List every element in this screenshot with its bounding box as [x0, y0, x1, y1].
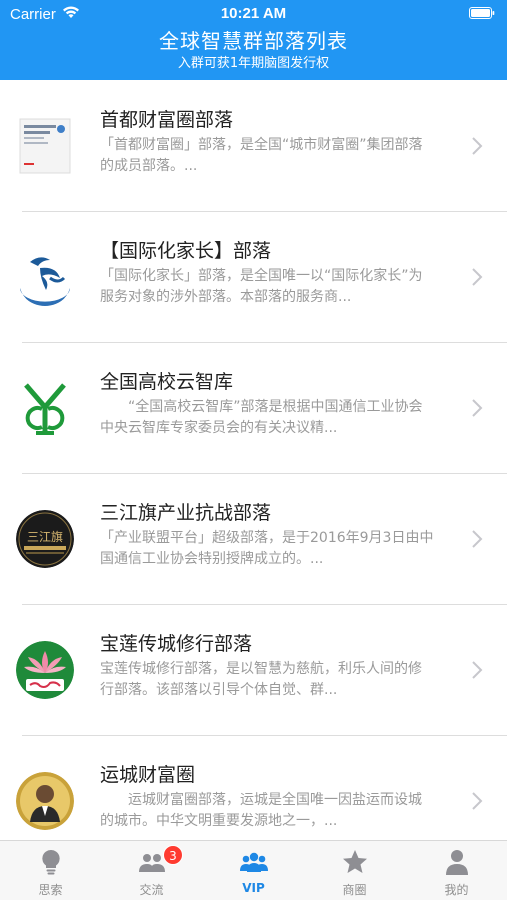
tab-label: 商圈	[342, 883, 367, 897]
item-description: 运城财富圈部落，运城是全国唯一因盐运而设城的城市。中华文明重要发源地之一，...	[100, 792, 422, 829]
group-icon	[240, 852, 268, 872]
list-item[interactable]: 三江旗 三江旗产业抗战部落 「产业联盟平台」超级部落，是于2016年9月3日由中…	[0, 473, 507, 604]
item-description: 「产业联盟平台」超级部落，是于2016年9月3日由中国通信工业协会特别授牌成立的…	[100, 530, 434, 567]
item-description: 宝莲传城修行部落，是以智慧为慈航，利乐人间的修行部落。该部落以引导个体自觉、群.…	[100, 661, 422, 698]
list-item[interactable]: 【国际化家长】部落 「国际化家长」部落，是全国唯一以“国际化家长”为服务对象的涉…	[0, 211, 507, 342]
header-bar: Carrier 10:21 AM 全球智慧群部落列表 入群可获1年期脑图发行权	[0, 0, 507, 80]
unread-badge: 3	[163, 845, 183, 865]
item-title: 【国际化家长】部落	[100, 240, 272, 262]
status-time: 10:21 AM	[220, 5, 287, 22]
tribe-logo-book	[16, 117, 74, 175]
tab-thinking[interactable]: 思索	[0, 841, 101, 900]
tab-label: 思索	[38, 883, 63, 897]
item-title: 全国高校云智库	[100, 371, 234, 393]
list-item[interactable]: 首都财富圈部落 「首都财富圈」部落，是全国“城市财富圈”集团部落的成员部落。..…	[0, 80, 507, 211]
chevron-right-icon	[472, 399, 483, 417]
item-title: 三江旗产业抗战部落	[100, 502, 272, 524]
item-title: 宝莲传城修行部落	[100, 633, 253, 655]
tab-communication[interactable]: 3 交流	[101, 841, 202, 900]
tribe-logo-yuncheng	[16, 772, 74, 830]
tab-label: 交流	[139, 883, 164, 897]
lotus-logo-icon	[16, 641, 74, 699]
tab-label: 我的	[444, 883, 469, 897]
page-subtitle: 入群可获1年期脑图发行权	[177, 56, 330, 71]
tribe-logo-family	[16, 248, 74, 306]
status-bar: Carrier 10:21 AM	[0, 0, 507, 26]
person-icon	[446, 850, 468, 875]
yuan-logo-icon	[16, 379, 74, 437]
list-item[interactable]: 全国高校云智库 “全国高校云智库”部落是根据中国通信工业协会中央云智库专家委员会…	[0, 342, 507, 473]
chevron-right-icon	[472, 661, 483, 679]
item-description: 「国际化家长」部落，是全国唯一以“国际化家长”为服务对象的涉外部落。本部落的服务…	[100, 268, 423, 305]
page-title: 全球智慧群部落列表	[159, 29, 348, 53]
tribe-logo-sanjiangqi: 三江旗	[16, 510, 74, 568]
tab-vip[interactable]: VIP	[203, 841, 304, 900]
chevron-right-icon	[472, 792, 483, 810]
portrait-logo-icon	[16, 772, 74, 830]
tab-label: VIP	[242, 881, 265, 895]
chevron-right-icon	[472, 530, 483, 548]
chevron-right-icon	[472, 137, 483, 155]
tab-business-circle[interactable]: 商圈	[304, 841, 405, 900]
item-description: 「首都财富圈」部落，是全国“城市财富圈”集团部落的成员部落。...	[100, 137, 423, 174]
tribe-logo-cloud-think-tank	[16, 379, 74, 437]
lightbulb-icon	[42, 849, 60, 875]
tab-bar: 思索 3 交流 VIP 商圈 我的	[0, 840, 507, 900]
tab-mine[interactable]: 我的	[406, 841, 507, 900]
sanjiangqi-logo-icon: 三江旗	[16, 510, 74, 568]
battery-icon	[469, 7, 495, 19]
family-logo-icon	[16, 248, 74, 306]
book-cover-icon	[19, 118, 71, 174]
item-title: 首都财富圈部落	[100, 109, 234, 131]
tribe-logo-lotus	[16, 641, 74, 699]
item-description: “全国高校云智库”部落是根据中国通信工业协会中央云智库专家委员会的有关决议精..…	[100, 399, 423, 436]
tribe-list: 首都财富圈部落 「首都财富圈」部落，是全国“城市财富圈”集团部落的成员部落。..…	[0, 80, 507, 866]
list-item[interactable]: 宝莲传城修行部落 宝莲传城修行部落，是以智慧为慈航，利乐人间的修行部落。该部落以…	[0, 604, 507, 735]
item-title: 运城财富圈	[100, 764, 196, 786]
chevron-right-icon	[472, 268, 483, 286]
svg-text:三江旗: 三江旗	[27, 529, 63, 544]
star-icon	[343, 850, 367, 873]
